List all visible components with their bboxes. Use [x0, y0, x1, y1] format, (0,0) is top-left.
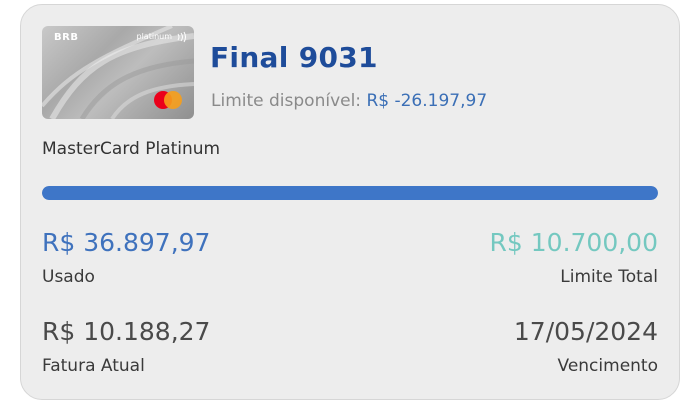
mastercard-logo — [154, 91, 182, 109]
available-limit: Limite disponível: R$ -26.197,97 — [211, 91, 487, 111]
card-brand-logo: BRB — [54, 32, 79, 43]
card-tier-label: platinum — [136, 32, 173, 41]
limit-usage-fill — [42, 186, 658, 200]
total-limit-label: Limite Total — [560, 267, 658, 287]
current-invoice-amount: R$ 10.188,27 — [42, 317, 211, 346]
contactless-icon — [177, 31, 186, 43]
available-limit-label: Limite disponível: — [211, 91, 362, 111]
available-limit-value: R$ -26.197,97 — [366, 91, 488, 111]
due-date-label: Vencimento — [557, 356, 658, 376]
used-label: Usado — [42, 267, 95, 287]
credit-card-summary[interactable]: BRB platinum Final 9031 Limite disponíve… — [20, 4, 680, 400]
card-product-name: MasterCard Platinum — [42, 139, 221, 159]
limit-usage-bar — [42, 186, 658, 200]
card-thumbnail: BRB platinum — [42, 26, 194, 119]
total-limit-amount: R$ 10.700,00 — [489, 228, 658, 257]
used-amount: R$ 36.897,97 — [42, 228, 211, 257]
card-title: Final 9031 — [210, 41, 378, 74]
current-invoice-label: Fatura Atual — [42, 356, 145, 376]
due-date: 17/05/2024 — [513, 317, 658, 346]
